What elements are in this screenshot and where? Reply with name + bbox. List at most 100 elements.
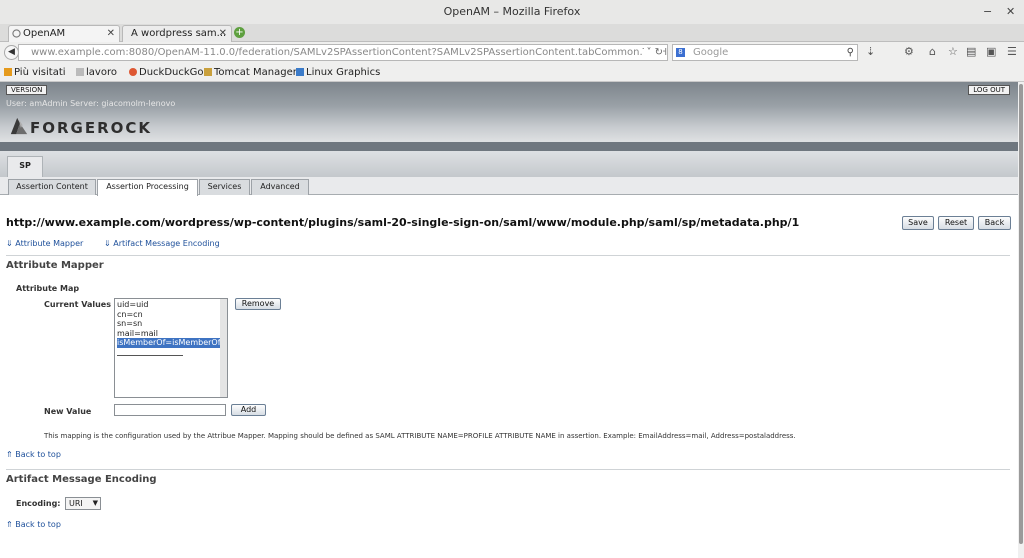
jump-link-artifact-encoding[interactable]: ⇓ Artifact Message Encoding [104, 239, 220, 248]
list-scrollbar[interactable] [220, 299, 227, 397]
tab-services[interactable]: Services [199, 179, 250, 195]
forgerock-logo-icon [10, 117, 28, 135]
new-tab-icon[interactable]: + [234, 27, 245, 38]
browser-tabstrip: OpenAM ✕ A wordpress sam... ✕ + [0, 24, 1024, 42]
reset-button[interactable]: Reset [938, 216, 974, 230]
current-values-label: Current Values [44, 300, 111, 309]
close-tab-icon[interactable]: ✕ [107, 26, 115, 41]
bookmark-lavoro[interactable]: lavoro [76, 64, 117, 81]
tab-advanced[interactable]: Advanced [251, 179, 309, 195]
search-placeholder: Google [693, 47, 729, 58]
bookmarks-toolbar: Più visitati lavoro DuckDuckGo Tomcat Ma… [0, 64, 1024, 82]
search-icon[interactable]: ⚲ [847, 45, 854, 60]
tab-sp[interactable]: SP [7, 156, 43, 177]
page-icon [12, 29, 21, 38]
encoding-label: Encoding: [16, 499, 61, 508]
search-input[interactable]: 8 Google ⚲ [672, 44, 858, 61]
bookmark-tomcat[interactable]: Tomcat Manager [204, 64, 297, 81]
version-button[interactable]: VERSION [6, 85, 48, 95]
library-icon[interactable]: ▤ [966, 45, 976, 59]
masthead-divider [0, 142, 1018, 151]
reload-icon[interactable]: ˅ ↻ [644, 45, 663, 60]
duckduckgo-icon [129, 68, 137, 76]
download-icon[interactable]: ⇣ [866, 45, 875, 59]
current-values-list[interactable]: uid=uid cn=cn sn=sn mail=mail isMemberOf… [114, 298, 228, 398]
browser-tab-label: A wordpress sam... [131, 28, 227, 39]
url-path: :8080/OpenAM-11.0.0/federation/SAMLv2SPA… [125, 47, 668, 58]
list-item[interactable]: mail=mail [117, 329, 225, 339]
remove-button[interactable]: Remove [235, 298, 281, 310]
list-item-selected[interactable]: isMemberOf=isMemberOf [117, 338, 225, 348]
chevron-down-icon: ⇓ [6, 239, 13, 248]
chevron-down-icon: ▼ [92, 499, 98, 507]
jump-link-label: Attribute Mapper [15, 239, 84, 248]
window-title: OpenAM – Mozilla Firefox [443, 5, 581, 18]
bookmark-linux-graphics[interactable]: Linux Graphics [296, 64, 380, 81]
user-server-info: User: amAdmin Server: giacomolm-lenovo [6, 99, 176, 108]
back-to-top-label: Back to top [15, 520, 61, 529]
url-host: www.example.com [31, 47, 126, 58]
section-title-artifact-encoding: Artifact Message Encoding [6, 474, 157, 485]
masthead: VERSION LOG OUT User: amAdmin Server: gi… [0, 82, 1018, 142]
page-icon [296, 68, 304, 76]
back-to-top-link[interactable]: ⇑ Back to top [6, 450, 61, 459]
bookmark-label: lavoro [86, 67, 117, 78]
back-to-top-label: Back to top [15, 450, 61, 459]
list-separator [117, 350, 183, 356]
list-item[interactable]: uid=uid [117, 300, 225, 310]
add-button[interactable]: Add [231, 404, 266, 416]
attribute-map-label: Attribute Map [16, 284, 80, 293]
chevron-up-icon: ⇑ [6, 520, 13, 529]
tab-assertion-content[interactable]: Assertion Content [8, 179, 96, 195]
divider [6, 469, 1010, 470]
minimize-icon[interactable]: − [983, 0, 992, 24]
list-item[interactable]: sn=sn [117, 319, 225, 329]
bookmark-duckduckgo[interactable]: DuckDuckGo [129, 64, 204, 81]
primary-tabs: SP [0, 151, 1018, 177]
back-to-top-link[interactable]: ⇑ Back to top [6, 520, 61, 529]
secondary-tabs: Assertion Content Assertion Processing S… [0, 177, 1018, 196]
folder-icon [4, 68, 12, 76]
close-tab-icon[interactable]: ✕ [219, 26, 227, 41]
google-icon: 8 [676, 48, 685, 57]
bookmark-label: Più visitati [14, 67, 66, 78]
encoding-select[interactable]: URI ▼ [65, 497, 101, 510]
browser-tab-wordpress[interactable]: A wordpress sam... ✕ [122, 25, 232, 42]
help-text: This mapping is the configuration used b… [44, 432, 796, 440]
bookmark-label: Linux Graphics [306, 67, 381, 78]
divider [6, 255, 1010, 256]
pocket-icon[interactable]: ▣ [986, 45, 996, 59]
tomcat-icon [204, 68, 212, 76]
bookmark-label: Tomcat Manager [214, 67, 297, 78]
bookmark-star-icon[interactable]: ☆ [948, 45, 958, 59]
chevron-up-icon: ⇑ [6, 450, 13, 459]
page-scrollbar-thumb[interactable] [1019, 84, 1023, 544]
home-icon[interactable]: ⌂ [929, 45, 936, 59]
bookmark-label: DuckDuckGo [139, 67, 204, 78]
section-title-attribute-mapper: Attribute Mapper [6, 260, 104, 271]
save-button[interactable]: Save [902, 216, 934, 230]
chevron-down-icon: ⇓ [104, 239, 111, 248]
page-title: http://www.example.com/wordpress/wp-cont… [6, 216, 800, 229]
back-button[interactable]: Back [978, 216, 1011, 230]
new-value-input[interactable] [114, 404, 226, 416]
navigation-bar: ◀ www.example.com:8080/OpenAM-11.0.0/fed… [0, 42, 1024, 64]
browser-tab-openam[interactable]: OpenAM ✕ [8, 25, 120, 42]
close-window-icon[interactable]: ✕ [1006, 0, 1015, 24]
jump-link-attribute-mapper[interactable]: ⇓ Attribute Mapper [6, 239, 83, 248]
jump-link-label: Artifact Message Encoding [113, 239, 220, 248]
list-item[interactable]: cn=cn [117, 310, 225, 320]
forgerock-logo-text: FORGEROCK [30, 119, 153, 137]
window-titlebar: OpenAM – Mozilla Firefox − ✕ [0, 0, 1024, 24]
bookmark-most-visited[interactable]: Più visitati [4, 64, 66, 81]
menu-icon[interactable]: ☰ [1007, 45, 1017, 59]
folder-icon [76, 68, 84, 76]
logout-button[interactable]: LOG OUT [968, 85, 1010, 95]
new-value-label: New Value [44, 407, 92, 416]
tab-assertion-processing[interactable]: Assertion Processing [97, 179, 198, 196]
url-input[interactable]: www.example.com:8080/OpenAM-11.0.0/feder… [18, 44, 668, 61]
browser-back-icon[interactable]: ◀ [4, 45, 19, 60]
encoding-value: URI [69, 499, 83, 508]
browser-tab-label: OpenAM [23, 28, 66, 39]
addon-icon[interactable]: ⚙ [904, 45, 914, 59]
